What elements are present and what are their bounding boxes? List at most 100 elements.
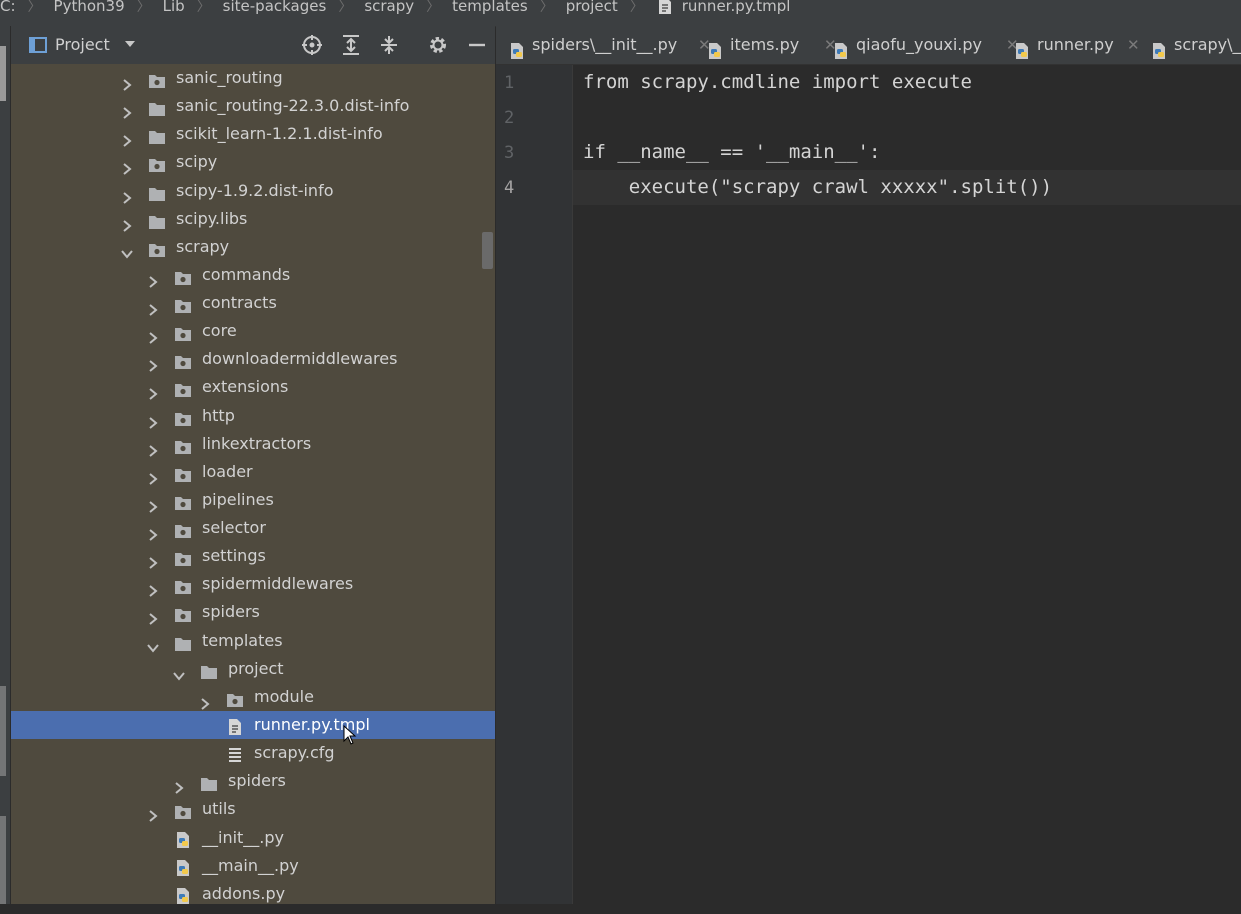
chevron-right-icon[interactable] xyxy=(147,410,159,429)
tree-item-settings[interactable]: settings xyxy=(11,542,495,570)
chevron-right-icon[interactable] xyxy=(147,438,159,457)
chevron-right-icon[interactable] xyxy=(121,185,133,204)
tree-item-pipelines[interactable]: pipelines xyxy=(11,486,495,514)
chevron-right-icon[interactable] xyxy=(199,691,211,710)
tree-item-main-py[interactable]: __main__.py xyxy=(11,852,495,880)
folder-icon xyxy=(174,633,192,651)
tree-item-project[interactable]: project xyxy=(11,655,495,683)
package-folder-icon xyxy=(226,689,244,707)
breadcrumb-item-lib[interactable]: Lib xyxy=(163,0,185,15)
breadcrumb-separator-icon: 〉 xyxy=(539,0,554,15)
chevron-right-icon[interactable] xyxy=(147,522,159,541)
tree-item-sanic-routing[interactable]: sanic_routing xyxy=(11,64,495,92)
breadcrumb-item-python39[interactable]: Python39 xyxy=(54,0,125,15)
package-folder-icon xyxy=(174,323,192,342)
tree-item-scipy-1-9-2-dist-info[interactable]: scipy-1.9.2.dist-info xyxy=(11,177,495,205)
tree-item-downloadermiddlewares[interactable]: downloadermiddlewares xyxy=(11,345,495,373)
tree-item-core[interactable]: core xyxy=(11,317,495,345)
chevron-down-icon[interactable] xyxy=(147,635,159,653)
favorites-tool-button[interactable] xyxy=(0,816,6,904)
project-tool-button[interactable] xyxy=(0,46,6,101)
tree-item-scrapy[interactable]: scrapy xyxy=(11,233,495,261)
chevron-right-icon[interactable] xyxy=(147,466,159,485)
breadcrumb-item-scrapy[interactable]: scrapy xyxy=(364,0,414,15)
tree-item-templates[interactable]: templates xyxy=(11,627,495,655)
breadcrumb-label: site-packages xyxy=(222,0,327,15)
chevron-right-icon[interactable] xyxy=(147,803,159,823)
breadcrumb-label: scrapy xyxy=(364,0,415,15)
chevron-right-icon[interactable] xyxy=(147,606,159,626)
tree-item-selector[interactable]: selector xyxy=(11,514,495,542)
chevron-right-icon[interactable] xyxy=(147,353,159,373)
tree-scrollbar-thumb[interactable] xyxy=(482,232,493,269)
chevron-right-icon[interactable] xyxy=(121,100,133,119)
expand-all-icon[interactable] xyxy=(340,34,362,56)
chevron-right-icon[interactable] xyxy=(147,494,159,513)
breadcrumb: C: 〉 Python39 〉 Lib 〉 site-packages 〉 scrapy 〉 tem… xyxy=(0,0,1241,27)
tree-item-spiders[interactable]: spiders xyxy=(11,767,495,795)
package-folder-icon xyxy=(174,408,192,426)
tree-item-scikit-learn-1-2-1-dist-info[interactable]: scikit_learn-1.2.1.dist-info xyxy=(11,120,495,148)
breadcrumb-item-site-packages[interactable]: site-packages xyxy=(223,0,327,15)
code-editor[interactable]: 1234 from scrapy.cmdline import execute i… xyxy=(496,65,1241,904)
code-line[interactable]: from scrapy.cmdline import execute xyxy=(583,71,972,93)
tree-item-scipy[interactable]: scipy xyxy=(11,148,495,176)
structure-tool-button[interactable] xyxy=(0,686,6,776)
close-icon[interactable]: ✕ xyxy=(1127,26,1140,64)
chevron-down-icon[interactable] xyxy=(123,36,137,55)
tree-item-label: loader xyxy=(202,461,253,481)
breadcrumb-item-runner-py-tmpl[interactable]: runner.py.tmpl xyxy=(656,0,790,15)
chevron-right-icon[interactable] xyxy=(147,297,159,316)
tree-item-label: scrapy.cfg xyxy=(254,743,335,763)
project-view-title[interactable]: Project xyxy=(55,35,110,54)
tree-item-label: extensions xyxy=(202,377,289,397)
minimize-icon[interactable] xyxy=(466,34,488,56)
code-token-str: "scrapy crawl xxxxx" xyxy=(720,176,950,198)
gear-icon[interactable] xyxy=(427,34,449,56)
chevron-right-icon[interactable] xyxy=(121,72,133,91)
tree-item-label: spiders xyxy=(228,771,286,791)
tree-item-spiders[interactable]: spiders xyxy=(11,598,495,626)
chevron-down-icon[interactable] xyxy=(121,241,133,259)
tab-label: runner.py xyxy=(1037,35,1114,54)
tree-item-contracts[interactable]: contracts xyxy=(11,289,495,317)
package-folder-icon xyxy=(174,351,192,370)
chevron-right-icon[interactable] xyxy=(173,775,185,795)
chevron-down-icon[interactable] xyxy=(173,663,185,681)
collapse-all-icon[interactable] xyxy=(378,34,400,56)
tree-item-scrapy-cfg[interactable]: scrapy.cfg xyxy=(11,739,495,767)
tree-item-scipy-libs[interactable]: scipy.libs xyxy=(11,205,495,233)
code-token-kw: if xyxy=(583,141,606,163)
code-line[interactable]: if __name__ == '__main__': xyxy=(583,141,880,163)
tree-item-http[interactable]: http xyxy=(11,402,495,430)
tree-item-runner-py-tmpl[interactable]: runner.py.tmpl xyxy=(11,710,495,739)
breadcrumb-item-c[interactable]: C: xyxy=(0,0,16,15)
tree-item-linkextractors[interactable]: linkextractors xyxy=(11,430,495,458)
breadcrumb-separator-icon: 〉 xyxy=(338,0,353,15)
package-folder-icon xyxy=(148,239,166,257)
tree-item-loader[interactable]: loader xyxy=(11,458,495,486)
chevron-right-icon[interactable] xyxy=(147,381,159,401)
chevron-right-icon[interactable] xyxy=(121,156,133,176)
package-folder-icon xyxy=(174,436,192,454)
package-folder-icon xyxy=(148,70,166,88)
python-file-icon xyxy=(174,886,192,904)
tab-label: spiders\__init__.py xyxy=(532,35,678,54)
tree-item-spidermiddlewares[interactable]: spidermiddlewares xyxy=(11,570,495,598)
tree-item-module[interactable]: module xyxy=(11,683,495,711)
chevron-right-icon[interactable] xyxy=(121,128,133,148)
breadcrumb-item-project[interactable]: project xyxy=(566,0,618,15)
chevron-right-icon[interactable] xyxy=(147,578,159,598)
chevron-right-icon[interactable] xyxy=(147,325,159,344)
chevron-right-icon[interactable] xyxy=(147,269,159,288)
chevron-right-icon[interactable] xyxy=(121,213,133,232)
tree-item-commands[interactable]: commands xyxy=(11,261,495,289)
tree-item-init-py[interactable]: __init__.py xyxy=(11,824,495,852)
code-line[interactable]: execute("scrapy crawl xxxxx".split()) xyxy=(583,176,1052,198)
breadcrumb-item-templates[interactable]: templates xyxy=(452,0,528,15)
locate-icon[interactable] xyxy=(301,34,323,56)
chevron-right-icon[interactable] xyxy=(147,550,159,569)
tree-item-utils[interactable]: utils xyxy=(11,795,495,823)
tree-item-extensions[interactable]: extensions xyxy=(11,373,495,401)
tree-item-sanic-routing-22-3-0-dist-info[interactable]: sanic_routing-22.3.0.dist-info xyxy=(11,92,495,120)
